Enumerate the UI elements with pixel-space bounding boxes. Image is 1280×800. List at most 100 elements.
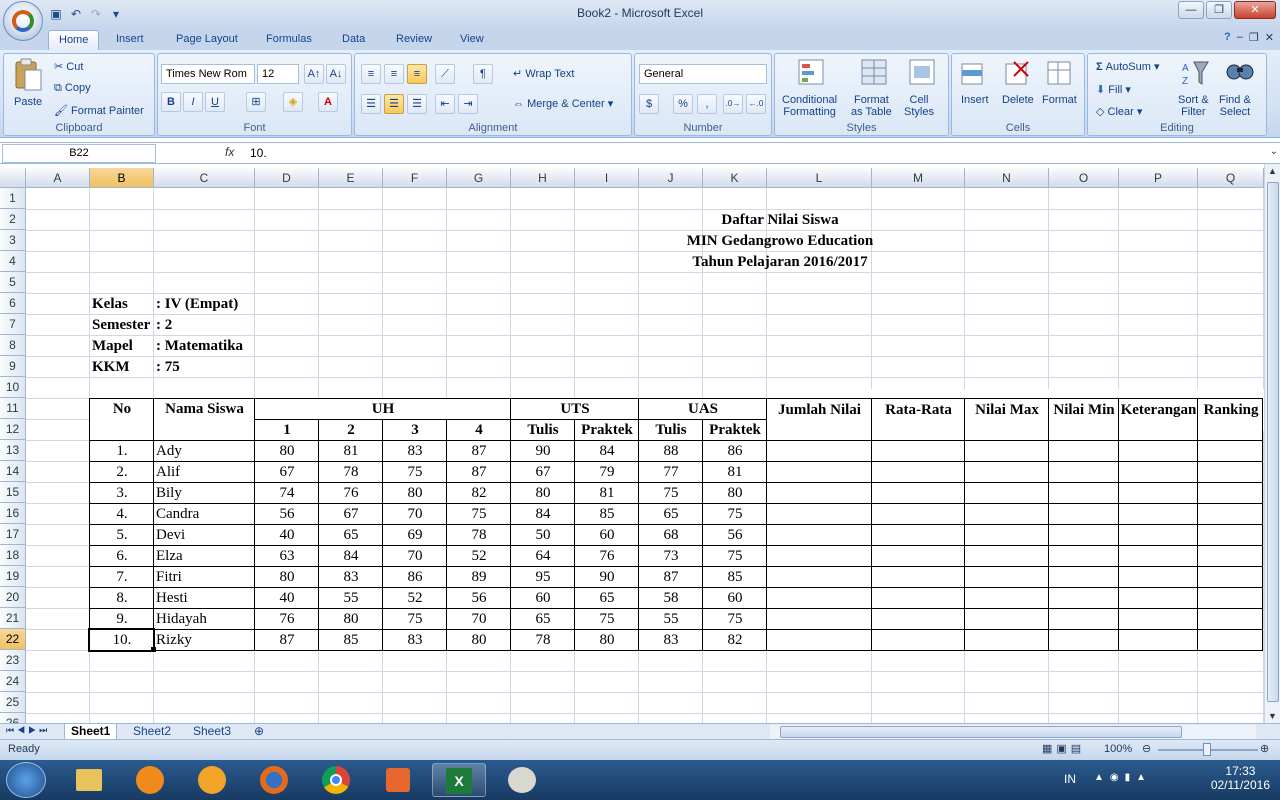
help-icon[interactable]: ? — [1224, 31, 1231, 44]
tab-home[interactable]: Home — [48, 30, 100, 50]
media-player-icon[interactable] — [372, 763, 426, 797]
chrome-icon[interactable] — [310, 763, 364, 797]
align-right-icon[interactable]: ☰ — [407, 94, 427, 114]
vertical-scrollbar[interactable]: ▲ ▼ — [1264, 164, 1280, 723]
column-header-a[interactable]: A — [26, 168, 90, 188]
expand-formula-icon[interactable]: ⌄ — [1270, 146, 1278, 157]
start-button-icon[interactable] — [6, 762, 46, 798]
conditional-formatting-icon[interactable] — [797, 58, 829, 90]
row-header-22[interactable]: 22 — [0, 629, 26, 650]
row-header-26[interactable]: 26 — [0, 713, 26, 723]
increase-decimal-icon[interactable]: .0→ — [723, 94, 743, 114]
format-as-table-button[interactable]: Format as Table — [851, 94, 892, 118]
fill-button[interactable]: ⬇ Fill ▾ — [1096, 83, 1131, 96]
font-name-box[interactable]: Times New Rom — [161, 64, 255, 84]
row-header-5[interactable]: 5 — [0, 272, 26, 293]
format-as-table-icon[interactable] — [860, 58, 892, 90]
align-center-icon[interactable]: ☰ — [384, 94, 404, 114]
format-button[interactable]: Format — [1042, 94, 1077, 106]
selected-cell-b22[interactable] — [88, 628, 155, 652]
bold-button[interactable]: B — [161, 92, 181, 112]
row-header-10[interactable]: 10 — [0, 377, 26, 398]
clear-button[interactable]: ◇ Clear ▾ — [1096, 105, 1142, 118]
copy-button[interactable]: ⧉ Copy — [54, 82, 91, 95]
row-header-17[interactable]: 17 — [0, 524, 26, 545]
tab-data[interactable]: Data — [332, 30, 375, 50]
column-header-j[interactable]: J — [639, 168, 703, 188]
restore-button[interactable]: ❐ — [1206, 1, 1232, 19]
zoom-out-icon[interactable]: ⊖ — [1142, 742, 1151, 755]
column-header-h[interactable]: H — [511, 168, 575, 188]
sheet-tab-1[interactable]: Sheet1 — [64, 724, 118, 740]
tray-icons[interactable]: ▲◉▮▲ — [1094, 772, 1152, 783]
find-select-icon[interactable] — [1224, 58, 1256, 90]
grow-font-icon[interactable]: A↑ — [304, 64, 324, 84]
column-header-e[interactable]: E — [319, 168, 383, 188]
insert-sheet-icon[interactable]: ⊕ — [248, 724, 270, 740]
paste-button[interactable]: Paste — [14, 96, 42, 108]
vertical-scroll-thumb[interactable] — [1267, 182, 1279, 702]
decrease-indent-icon[interactable]: ⇤ — [435, 94, 455, 114]
align-bottom-icon[interactable]: ≡ — [407, 64, 427, 84]
text-direction-icon[interactable]: ¶ — [473, 64, 493, 84]
horizontal-scrollbar[interactable] — [770, 725, 1256, 739]
excel-taskbar-icon[interactable]: X — [432, 763, 486, 797]
column-header-o[interactable]: O — [1049, 168, 1119, 188]
currency-icon[interactable]: $ — [639, 94, 659, 114]
sheet-tab-2[interactable]: Sheet2 — [127, 724, 177, 740]
comma-button[interactable]: , — [697, 94, 717, 114]
row-header-12[interactable]: 12 — [0, 419, 26, 440]
row-header-14[interactable]: 14 — [0, 461, 26, 482]
shrink-font-icon[interactable]: A↓ — [326, 64, 346, 84]
row-header-2[interactable]: 2 — [0, 209, 26, 230]
tab-review[interactable]: Review — [386, 30, 442, 50]
row-header-13[interactable]: 13 — [0, 440, 26, 461]
scroll-up-icon[interactable]: ▲ — [1268, 166, 1277, 176]
align-middle-icon[interactable]: ≡ — [384, 64, 404, 84]
row-header-19[interactable]: 19 — [0, 566, 26, 587]
row-header-8[interactable]: 8 — [0, 335, 26, 356]
column-header-p[interactable]: P — [1119, 168, 1198, 188]
language-indicator[interactable]: IN — [1064, 772, 1076, 786]
insert-button[interactable]: Insert — [961, 94, 989, 106]
row-header-23[interactable]: 23 — [0, 650, 26, 671]
paste-icon[interactable] — [12, 58, 44, 91]
row-header-7[interactable]: 7 — [0, 314, 26, 335]
row-header-11[interactable]: 11 — [0, 398, 26, 419]
sort-filter-button[interactable]: Sort & Filter — [1178, 94, 1209, 118]
zoom-slider-thumb[interactable] — [1203, 743, 1211, 756]
paint-icon[interactable] — [496, 763, 550, 797]
fill-color-icon[interactable]: ◈ — [283, 92, 303, 112]
avast-icon[interactable] — [124, 763, 178, 797]
italic-button[interactable]: I — [183, 92, 203, 112]
align-top-icon[interactable]: ≡ — [361, 64, 381, 84]
column-header-k[interactable]: K — [703, 168, 767, 188]
align-left-icon[interactable]: ☰ — [361, 94, 381, 114]
tab-insert[interactable]: Insert — [106, 30, 154, 50]
column-header-f[interactable]: F — [383, 168, 447, 188]
clock[interactable]: 17:33 02/11/2016 — [1211, 764, 1270, 792]
sort-filter-icon[interactable]: AZ — [1180, 58, 1212, 90]
column-header-n[interactable]: N — [965, 168, 1049, 188]
fill-handle[interactable] — [151, 647, 156, 652]
name-box[interactable]: B22 — [2, 144, 156, 163]
view-buttons-icon[interactable]: ▦▣▤ — [1042, 742, 1085, 755]
column-header-d[interactable]: D — [255, 168, 319, 188]
format-cells-icon[interactable] — [1046, 58, 1078, 90]
merge-center-button[interactable]: ⇔ Merge & Center ▾ — [513, 97, 613, 110]
cell-styles-icon[interactable] — [908, 58, 940, 90]
column-header-l[interactable]: L — [767, 168, 872, 188]
minimize-button[interactable]: — — [1178, 1, 1204, 19]
row-header-16[interactable]: 16 — [0, 503, 26, 524]
office-button[interactable] — [3, 1, 43, 41]
row-header-21[interactable]: 21 — [0, 608, 26, 629]
column-header-g[interactable]: G — [447, 168, 511, 188]
row-header-18[interactable]: 18 — [0, 545, 26, 566]
row-header-20[interactable]: 20 — [0, 587, 26, 608]
borders-icon[interactable]: ⊞ — [246, 92, 266, 112]
column-header-i[interactable]: I — [575, 168, 639, 188]
workbook-minimize-icon[interactable]: – — [1237, 31, 1243, 44]
row-header-15[interactable]: 15 — [0, 482, 26, 503]
autosum-button[interactable]: Σ AutoSum ▾ — [1096, 60, 1160, 73]
underline-button[interactable]: U — [205, 92, 225, 112]
